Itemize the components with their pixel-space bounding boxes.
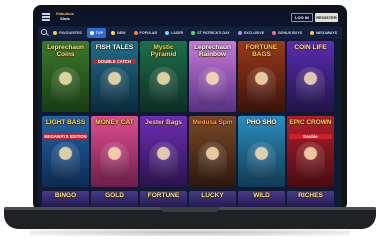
game-tile[interactable]: Medusa Spin — [189, 116, 236, 187]
crown-icon — [310, 31, 315, 35]
game-tile[interactable]: Mystic Pyramid — [140, 41, 187, 112]
game-tile-partial[interactable]: GOLD — [91, 191, 138, 207]
game-title: FORTUNE BAGS — [245, 44, 278, 58]
tab-exclusive[interactable]: EXCLUSIVE — [235, 28, 267, 38]
game-tile[interactable]: EPIC CROWN Double — [287, 116, 334, 187]
site-header: Fabulous Slots LOG IN REGISTER — [38, 9, 342, 26]
tab-megaways[interactable]: MEGAWAYS — [307, 28, 340, 38]
gift-icon — [272, 31, 277, 35]
category-nav: FAVOURITES TOP NEW POPULAR LASER ST PATRICK'S… — [38, 27, 342, 39]
game-title: Leprechaun Coins — [47, 44, 84, 58]
game-tile-partial[interactable]: FORTUNE — [140, 191, 187, 207]
game-artwork — [247, 142, 276, 180]
tab-label: MEGAWAYS — [316, 31, 337, 35]
game-title: FORTUNE — [147, 192, 180, 199]
game-title: Medusa Spin — [192, 119, 233, 126]
game-title: COIN LIFE — [294, 44, 327, 51]
star-icon — [53, 31, 58, 35]
game-tile[interactable]: Jester Bags — [140, 116, 187, 187]
tab-label: FAVOURITES — [59, 31, 82, 35]
game-title: Leprechaun Rainbow — [194, 44, 231, 58]
game-subtitle: Double — [289, 134, 332, 139]
game-title: LUCKY — [201, 192, 224, 199]
tab-laser[interactable]: LASER — [162, 28, 186, 38]
tab-new[interactable]: NEW — [108, 28, 128, 38]
game-artwork — [51, 142, 80, 180]
game-tile[interactable]: FISH TALES DOUBLE CATCH — [91, 41, 138, 112]
game-tile[interactable]: MONEY CAT — [91, 116, 138, 187]
game-tile[interactable]: Leprechaun Rainbow — [189, 41, 236, 112]
game-title: MONEY CAT — [95, 119, 134, 126]
game-artwork — [247, 67, 276, 105]
game-grid: Leprechaun Coins FISH TALES DOUBLE CATCH My… — [40, 41, 340, 207]
tab-label: NEW — [117, 31, 126, 35]
login-button[interactable]: LOG IN — [291, 13, 313, 22]
game-artwork — [100, 142, 129, 180]
game-tile[interactable]: LIGHT BASS MEGAWAYS EDITION — [42, 116, 89, 187]
tab-label: POPULAR — [139, 31, 158, 35]
flame-icon — [133, 31, 138, 35]
tab-label: BONUS BUYS — [278, 31, 303, 35]
game-artwork — [51, 67, 80, 105]
search-icon[interactable] — [41, 29, 48, 37]
page-stage: Fabulous Slots LOG IN REGISTER FAVOURITE… — [0, 0, 380, 240]
game-artwork — [149, 67, 178, 105]
laptop-notch — [160, 207, 220, 212]
game-artwork — [100, 67, 129, 105]
game-tile-partial[interactable]: LUCKY — [189, 191, 236, 207]
clover-icon — [191, 31, 196, 35]
game-title: Mystic Pyramid — [150, 44, 177, 58]
game-subtitle: MEGAWAYS EDITION — [44, 134, 87, 139]
game-tile-partial[interactable]: RICHES — [287, 191, 334, 207]
game-tile[interactable]: FORTUNE BAGS — [238, 41, 285, 112]
laptop-screen: Fabulous Slots LOG IN REGISTER FAVOURITE… — [38, 9, 342, 207]
tab-favourites[interactable]: FAVOURITES — [50, 28, 85, 38]
game-title: FISH TALES — [95, 44, 134, 51]
logo-line2: Slots — [60, 16, 70, 21]
game-artwork — [198, 67, 227, 105]
tab-top[interactable]: TOP — [86, 28, 107, 38]
trophy-icon — [89, 31, 94, 35]
game-tile[interactable]: COIN LIFE — [287, 41, 334, 112]
game-artwork — [149, 142, 178, 180]
game-title: WILD — [253, 192, 270, 199]
game-title: Jester Bags — [145, 119, 182, 126]
game-artwork — [296, 67, 325, 105]
site-logo[interactable]: Fabulous Slots — [54, 11, 76, 24]
game-artwork — [296, 142, 325, 180]
game-tile[interactable]: PHO SHO — [238, 116, 285, 187]
diamond-icon — [237, 31, 242, 35]
tab-label: EXCLUSIVE — [243, 31, 265, 35]
laptop-shadow — [30, 229, 350, 236]
tab-popular[interactable]: POPULAR — [131, 28, 161, 38]
game-tile[interactable]: Leprechaun Coins — [42, 41, 89, 112]
tab-label: TOP — [95, 31, 104, 35]
tab-label: ST PATRICK'S DAY — [197, 31, 230, 35]
hamburger-menu-icon[interactable] — [42, 13, 50, 21]
game-artwork — [198, 142, 227, 180]
game-title: EPIC CROWN — [289, 119, 332, 126]
game-tile-partial[interactable]: BINGO — [42, 191, 89, 207]
game-title: GOLD — [105, 192, 124, 199]
tab-st-patrick-s-day[interactable]: ST PATRICK'S DAY — [188, 28, 233, 38]
sparkle-icon — [111, 31, 116, 35]
tab-label: LASER — [171, 31, 184, 35]
game-subtitle: DOUBLE CATCH — [93, 59, 136, 64]
register-button[interactable]: REGISTER — [315, 13, 338, 22]
game-title: BINGO — [54, 192, 77, 199]
game-title: RICHES — [298, 192, 323, 199]
game-tile-partial[interactable]: WILD — [238, 191, 285, 207]
game-title: PHO SHO — [246, 119, 277, 126]
game-title: LIGHT BASS — [45, 119, 86, 126]
bolt-icon — [165, 31, 170, 35]
tab-bonus-buys[interactable]: BONUS BUYS — [269, 28, 305, 38]
